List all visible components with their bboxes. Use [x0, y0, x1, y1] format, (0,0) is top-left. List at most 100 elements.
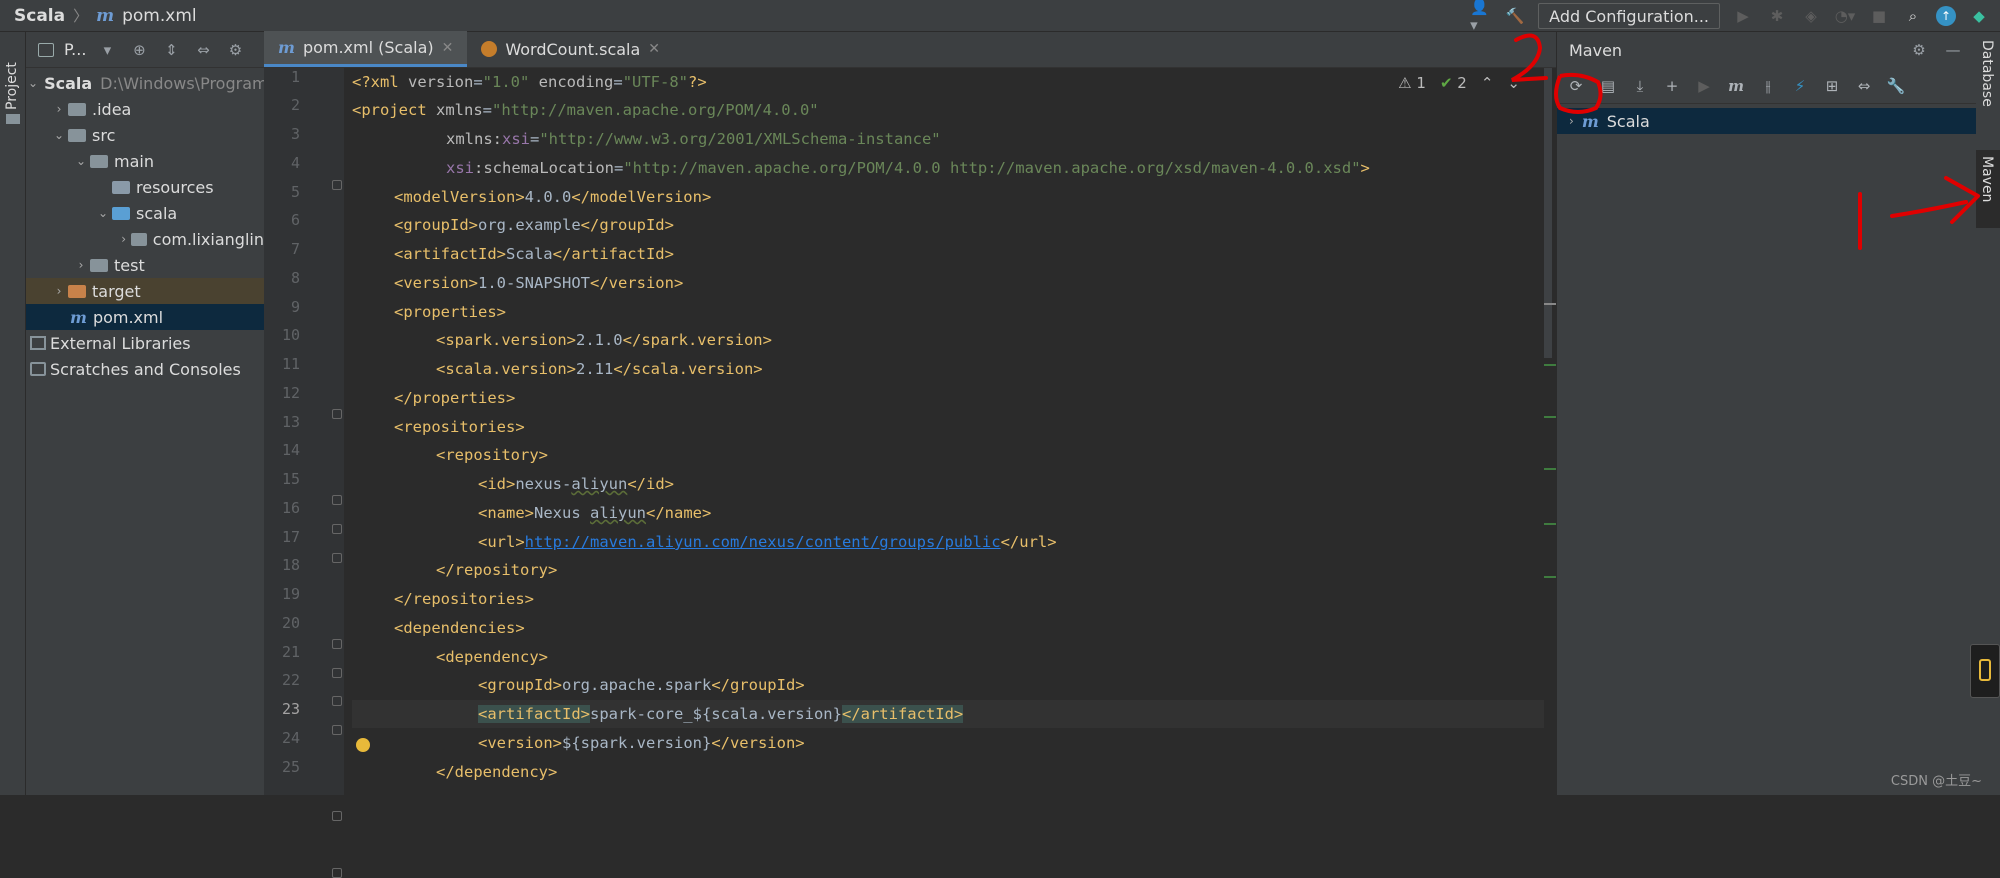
- title-bar: Scala 〉 m pom.xml 👤▾ 🔨 Add Configuration…: [0, 0, 2000, 34]
- chevron-right-icon[interactable]: ›: [116, 232, 131, 246]
- tree-item-label: test: [114, 255, 145, 275]
- execute-maven-goal-icon[interactable]: m: [1725, 75, 1747, 97]
- run-maven-build-icon[interactable]: ▶: [1693, 75, 1715, 97]
- dropdown-arrow-icon[interactable]: ▾: [96, 39, 118, 61]
- collapse-all-icon[interactable]: ⇔: [192, 39, 214, 61]
- tree-item-idea[interactable]: › .idea: [26, 96, 264, 122]
- user-icon[interactable]: 👤▾: [1470, 0, 1492, 34]
- chevron-right-icon[interactable]: ›: [50, 284, 68, 298]
- side-widget-button[interactable]: [1970, 644, 2000, 698]
- add-configuration-button[interactable]: Add Configuration...: [1538, 3, 1720, 29]
- maven-settings-wrench-icon[interactable]: 🔧: [1885, 75, 1907, 97]
- fold-marker-icon[interactable]: [332, 811, 342, 821]
- download-sources-icon[interactable]: ⤓: [1629, 75, 1651, 97]
- code-area[interactable]: <?xml version="1.0" encoding="UTF-8"?> <…: [352, 68, 1556, 795]
- tree-item-external-libraries[interactable]: External Libraries: [26, 330, 264, 356]
- fold-marker-icon[interactable]: [332, 868, 342, 878]
- chevron-right-icon[interactable]: ›: [72, 258, 90, 272]
- gear-icon[interactable]: ⚙: [224, 39, 246, 61]
- locate-target-icon[interactable]: ⊕: [128, 39, 150, 61]
- inspection-widget[interactable]: ⚠ 1 ✔ 2 ⌃ ⌄: [1398, 74, 1520, 92]
- folder-icon: [90, 258, 108, 272]
- generate-sources-icon[interactable]: ▤: [1597, 75, 1619, 97]
- project-tree: ⌄ Scala D:\Windows\Program › .idea ⌄ src…: [26, 68, 268, 382]
- chevron-down-icon[interactable]: ⌄: [72, 154, 90, 168]
- run-icon[interactable]: ▶: [1732, 5, 1754, 27]
- database-tool-window-button[interactable]: Database: [1979, 40, 1995, 130]
- reload-all-maven-projects-icon[interactable]: ⟳: [1565, 75, 1587, 97]
- top-toolbar: 👤▾ 🔨 Add Configuration... ▶ ✱ ◈ ◔▾ ■ ⌕ ↑…: [1470, 0, 2000, 34]
- change-marker: [1544, 523, 1556, 525]
- toggle-offline-icon[interactable]: ⫲: [1757, 75, 1779, 97]
- editor-scrollbar[interactable]: [1544, 68, 1556, 795]
- chevron-down-icon[interactable]: ⌄: [1507, 74, 1520, 92]
- tree-item-resources[interactable]: resources: [26, 174, 264, 200]
- fold-marker-icon[interactable]: [332, 180, 342, 190]
- fold-marker-icon[interactable]: [332, 409, 342, 419]
- maven-tool-window-button[interactable]: Maven: [1979, 156, 1995, 224]
- warning-count[interactable]: ⚠ 1: [1398, 74, 1426, 92]
- tree-item-main[interactable]: ⌄ main: [26, 148, 264, 174]
- debug-icon[interactable]: ✱: [1766, 5, 1788, 27]
- chevron-down-icon[interactable]: ⌄: [94, 206, 112, 220]
- change-marker: [1544, 364, 1556, 366]
- collapse-all-icon[interactable]: ⇔: [1853, 75, 1875, 97]
- tree-item-src[interactable]: ⌄ src: [26, 122, 264, 148]
- project-panel-toolbar: P... ▾ ⊕ ⇕ ⇔ ⚙: [26, 32, 264, 68]
- show-dependencies-icon[interactable]: ⊞: [1821, 75, 1843, 97]
- jetbrains-logo-icon[interactable]: ◆: [1968, 5, 1990, 27]
- line-number-current: 23: [281, 700, 300, 718]
- project-tool-window-button[interactable]: Project: [4, 40, 20, 110]
- close-icon[interactable]: ✕: [648, 41, 660, 57]
- chevron-right-icon[interactable]: ›: [50, 102, 68, 116]
- build-hammer-icon[interactable]: 🔨: [1504, 5, 1526, 27]
- scrollbar-thumb[interactable]: [1544, 68, 1552, 358]
- add-maven-project-icon[interactable]: +: [1661, 75, 1683, 97]
- update-icon[interactable]: ↑: [1936, 6, 1956, 26]
- chevron-down-icon[interactable]: ⌄: [50, 128, 68, 142]
- code-line: <version>1.0-SNAPSHOT</version>: [394, 274, 684, 292]
- tab-pom-xml[interactable]: m pom.xml (Scala) ✕: [264, 31, 468, 67]
- project-view-icon: [38, 42, 54, 57]
- tree-item-package[interactable]: › com.lixianglin: [26, 226, 264, 252]
- close-icon[interactable]: ✕: [442, 40, 454, 56]
- skip-tests-icon[interactable]: ⚡: [1789, 75, 1811, 97]
- fold-marker-icon[interactable]: [332, 553, 342, 563]
- maven-panel: Maven ⚙ — ⟳ ▤ ⤓ + ▶ m ⫲ ⚡ ⊞ ⇔ 🔧 › m Scal…: [1556, 32, 1976, 795]
- url-link[interactable]: http://maven.aliyun.com/nexus/content/gr…: [525, 533, 1001, 551]
- breadcrumb-project[interactable]: Scala: [14, 6, 65, 26]
- tree-item-target[interactable]: › target: [26, 278, 264, 304]
- tree-item-scala-src[interactable]: ⌄ scala: [26, 200, 264, 226]
- minimize-icon[interactable]: —: [1942, 39, 1964, 61]
- gear-icon[interactable]: ⚙: [1908, 39, 1930, 61]
- fold-marker-icon[interactable]: [332, 524, 342, 534]
- maven-project-scala[interactable]: › m Scala: [1557, 108, 1976, 134]
- stop-icon[interactable]: ■: [1868, 5, 1890, 27]
- project-view-selector[interactable]: P...: [64, 40, 86, 59]
- code-line: <version>${spark.version}</version>: [478, 734, 805, 752]
- fold-marker-icon[interactable]: [332, 495, 342, 505]
- maven-project-icon: m: [1581, 111, 1599, 131]
- fold-marker-icon[interactable]: [332, 639, 342, 649]
- search-icon[interactable]: ⌕: [1902, 5, 1924, 27]
- tree-item-test[interactable]: › test: [26, 252, 264, 278]
- tree-item-scala-root[interactable]: ⌄ Scala D:\Windows\Program: [26, 70, 268, 96]
- tree-item-scratches[interactable]: Scratches and Consoles: [26, 356, 264, 382]
- maven-file-icon: m: [278, 38, 295, 57]
- breadcrumb-file[interactable]: pom.xml: [122, 6, 197, 26]
- chevron-right-icon[interactable]: ›: [1569, 114, 1574, 128]
- coverage-icon[interactable]: ◈: [1800, 5, 1822, 27]
- ok-count-value: 2: [1457, 74, 1467, 92]
- tree-item-pom[interactable]: m pom.xml: [26, 304, 264, 330]
- maven-panel-title: Maven: [1569, 40, 1623, 60]
- chevron-up-icon[interactable]: ⌃: [1481, 74, 1494, 92]
- tab-wordcount-scala[interactable]: WordCount.scala ✕: [467, 31, 674, 67]
- fold-marker-icon[interactable]: [332, 725, 342, 735]
- code-line: <url>http://maven.aliyun.com/nexus/conte…: [478, 533, 1057, 551]
- ok-count[interactable]: ✔ 2: [1440, 74, 1467, 92]
- fold-marker-icon[interactable]: [332, 696, 342, 706]
- expand-all-icon[interactable]: ⇕: [160, 39, 182, 61]
- fold-marker-icon[interactable]: [332, 668, 342, 678]
- profile-icon[interactable]: ◔▾: [1834, 5, 1856, 27]
- chevron-down-icon[interactable]: ⌄: [28, 76, 38, 90]
